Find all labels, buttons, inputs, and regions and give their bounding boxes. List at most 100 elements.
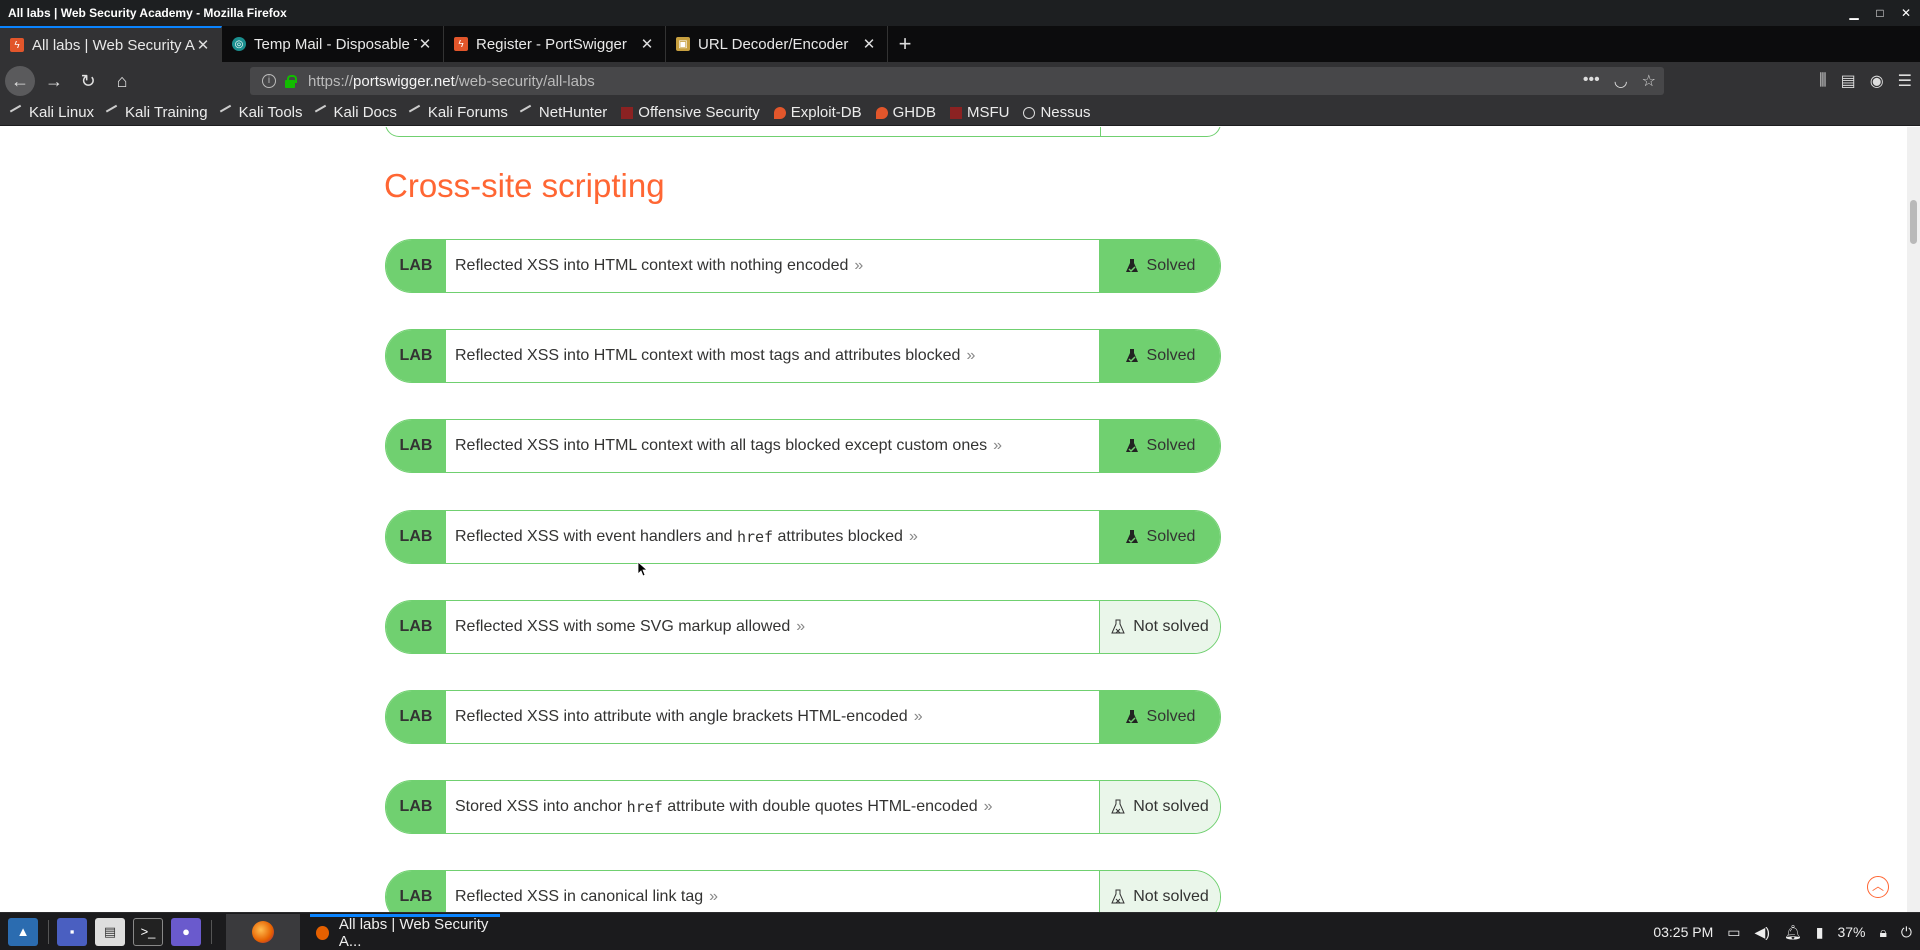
flask-solved-icon bbox=[1125, 349, 1138, 363]
bookmark-nessus[interactable]: Nessus bbox=[1023, 104, 1090, 121]
bookmark-kali-docs[interactable]: Kali Docs bbox=[314, 104, 397, 121]
bookmark-offensive-security[interactable]: Offensive Security bbox=[621, 104, 760, 121]
terminal-icon[interactable]: >_ bbox=[133, 917, 163, 946]
pocket-icon[interactable]: ◡ bbox=[1614, 71, 1628, 91]
bookmark-msfu[interactable]: MSFU bbox=[949, 104, 1010, 121]
tab-close-icon[interactable]: ✕ bbox=[639, 35, 655, 53]
window-titlebar: All labs | Web Security Academy - Mozill… bbox=[0, 0, 1920, 26]
taskbar-window-firefox[interactable]: All labs | Web Security A... bbox=[310, 913, 500, 950]
new-tab-button[interactable]: + bbox=[888, 26, 922, 62]
lab-tag: LAB bbox=[386, 240, 446, 292]
lab-status-text: Not solved bbox=[1133, 798, 1209, 815]
page-scrollbar[interactable] bbox=[1907, 127, 1920, 912]
lab-row[interactable]: LAB Reflected XSS with some SVG markup a… bbox=[385, 600, 1221, 654]
lab-status-text: Solved bbox=[1146, 708, 1196, 725]
lab-title-link[interactable]: Reflected XSS into attribute with angle … bbox=[446, 691, 1099, 743]
battery-icon[interactable]: ▮ bbox=[1816, 924, 1824, 941]
maximize-icon[interactable]: □ bbox=[1872, 0, 1888, 26]
lab-row[interactable]: LAB Reflected XSS into HTML context with… bbox=[385, 239, 1221, 293]
lab-title-link[interactable]: Reflected XSS with some SVG markup allow… bbox=[446, 601, 1099, 653]
offsec-icon bbox=[949, 106, 962, 119]
lab-row[interactable]: LAB Reflected XSS with event handlers an… bbox=[385, 510, 1221, 564]
double-chevron-right-icon: » bbox=[796, 618, 806, 635]
double-chevron-right-icon: » bbox=[709, 888, 719, 905]
url-text[interactable]: https://portswigger.net/web-security/all… bbox=[308, 73, 595, 90]
back-to-top-button[interactable]: ︿ bbox=[1867, 876, 1889, 898]
firefox-launcher[interactable] bbox=[226, 913, 300, 950]
reload-button[interactable]: ↻ bbox=[73, 66, 103, 96]
bookmark-label: MSFU bbox=[966, 104, 1010, 121]
volume-icon[interactable]: ◀) bbox=[1755, 924, 1770, 941]
url-bar[interactable]: i https://portswigger.net/web-security/a… bbox=[250, 67, 1664, 95]
file-manager-icon[interactable]: ▤ bbox=[95, 917, 125, 946]
arrow-left-icon: ← bbox=[11, 70, 29, 91]
tab-close-icon[interactable]: ✕ bbox=[417, 35, 433, 53]
forward-button[interactable]: → bbox=[39, 66, 69, 96]
bookmark-label: Nessus bbox=[1040, 104, 1091, 121]
lab-title-link[interactable]: Reflected XSS into HTML context with all… bbox=[446, 420, 1099, 472]
lab-title-text: Reflected XSS with event handlers and bbox=[455, 528, 737, 545]
tab-url-decoder[interactable]: ▣ URL Decoder/Encoder ✕ bbox=[666, 26, 888, 62]
home-button[interactable]: ⌂ bbox=[107, 66, 137, 96]
close-icon[interactable]: ✕ bbox=[1898, 0, 1914, 26]
kali-icon bbox=[408, 104, 426, 121]
flask-unsolved-icon bbox=[1111, 889, 1125, 904]
tab-close-icon[interactable]: ✕ bbox=[195, 36, 211, 54]
bookmark-ghdb[interactable]: GHDB bbox=[875, 104, 936, 121]
tab-close-icon[interactable]: ✕ bbox=[861, 35, 877, 53]
tab-temp-mail[interactable]: ◎ Temp Mail - Disposable T ✕ bbox=[222, 26, 444, 62]
minimize-icon[interactable]: ▁ bbox=[1846, 0, 1862, 26]
lab-row[interactable]: LAB Reflected XSS into attribute with an… bbox=[385, 690, 1221, 744]
account-icon[interactable]: ◉ bbox=[1870, 71, 1884, 91]
lab-title-text: Reflected XSS into attribute with angle … bbox=[455, 708, 908, 725]
lock-icon[interactable] bbox=[284, 75, 297, 88]
urldecoder-icon: ▣ bbox=[676, 37, 690, 51]
notification-bell-icon[interactable]: 🔔︎ bbox=[1784, 924, 1802, 941]
tab-all-labs[interactable]: ϟ All labs | Web Security A ✕ bbox=[0, 26, 222, 62]
bookmark-star-icon[interactable]: ☆ bbox=[1642, 71, 1656, 91]
kali-menu-button[interactable]: ▲ bbox=[8, 917, 38, 946]
tab-register[interactable]: ϟ Register - PortSwigger ✕ bbox=[444, 26, 666, 62]
battery-percent: 37% bbox=[1837, 924, 1866, 940]
info-icon[interactable]: i bbox=[262, 74, 276, 88]
bookmark-kali-tools[interactable]: Kali Tools bbox=[219, 104, 303, 121]
lab-title-link[interactable]: Reflected XSS with event handlers and hr… bbox=[446, 511, 1099, 563]
bookmark-kali-linux[interactable]: Kali Linux bbox=[9, 104, 94, 121]
home-icon: ⌂ bbox=[116, 70, 128, 91]
scrollbar-thumb[interactable] bbox=[1910, 200, 1917, 244]
tab-label: All labs | Web Security A bbox=[32, 36, 195, 54]
flask-unsolved-icon bbox=[1111, 619, 1125, 634]
lab-title-text: Reflected XSS into HTML context with all… bbox=[455, 437, 988, 454]
menu-icon[interactable]: ☰ bbox=[1898, 71, 1912, 91]
screen-recorder-icon[interactable]: ● bbox=[171, 917, 201, 946]
bookmark-kali-forums[interactable]: Kali Forums bbox=[408, 104, 508, 121]
workspace-button[interactable]: ▪ bbox=[57, 917, 87, 946]
bookmark-kali-training[interactable]: Kali Training bbox=[105, 104, 208, 121]
lab-row[interactable]: LAB Reflected XSS into HTML context with… bbox=[385, 419, 1221, 473]
kali-icon bbox=[219, 104, 236, 121]
lab-row[interactable]: LAB Reflected XSS into HTML context with… bbox=[385, 329, 1221, 383]
exploitdb-icon bbox=[773, 106, 786, 119]
lab-tag: LAB bbox=[386, 691, 446, 743]
lab-title-link[interactable]: Reflected XSS into HTML context with mos… bbox=[446, 330, 1099, 382]
lab-status: Solved bbox=[1099, 691, 1220, 743]
sidebar-icon[interactable]: ▤ bbox=[1841, 71, 1856, 91]
lab-row[interactable]: LAB Stored XSS into anchor href attribut… bbox=[385, 780, 1221, 834]
window-title: All labs | Web Security Academy - Mozill… bbox=[8, 6, 287, 20]
bookmark-exploit-db[interactable]: Exploit-DB bbox=[773, 104, 862, 121]
lock-screen-icon[interactable]: 🔒︎ bbox=[1879, 924, 1886, 941]
url-host: portswigger.net bbox=[353, 72, 455, 90]
lab-title-link[interactable]: Reflected XSS into HTML context with not… bbox=[446, 240, 1099, 292]
portswigger-icon: ϟ bbox=[454, 37, 468, 51]
clock[interactable]: 03:25 PM bbox=[1653, 924, 1713, 940]
more-actions-icon[interactable]: ••• bbox=[1583, 71, 1600, 91]
lab-title-link[interactable]: Stored XSS into anchor href attribute wi… bbox=[446, 781, 1099, 833]
display-icon[interactable]: ▭ bbox=[1727, 924, 1740, 941]
lab-title-link[interactable]: Reflected XSS in canonical link tag » bbox=[446, 871, 1099, 912]
logout-icon[interactable]: ⏻ bbox=[1901, 924, 1912, 941]
bookmark-nethunter[interactable]: NetHunter bbox=[519, 104, 607, 121]
lab-status: Solved bbox=[1099, 420, 1220, 472]
back-button[interactable]: ← bbox=[5, 66, 35, 96]
lab-row[interactable]: LAB Reflected XSS in canonical link tag »… bbox=[385, 870, 1221, 912]
library-icon[interactable]: ⫼ bbox=[1819, 72, 1826, 90]
